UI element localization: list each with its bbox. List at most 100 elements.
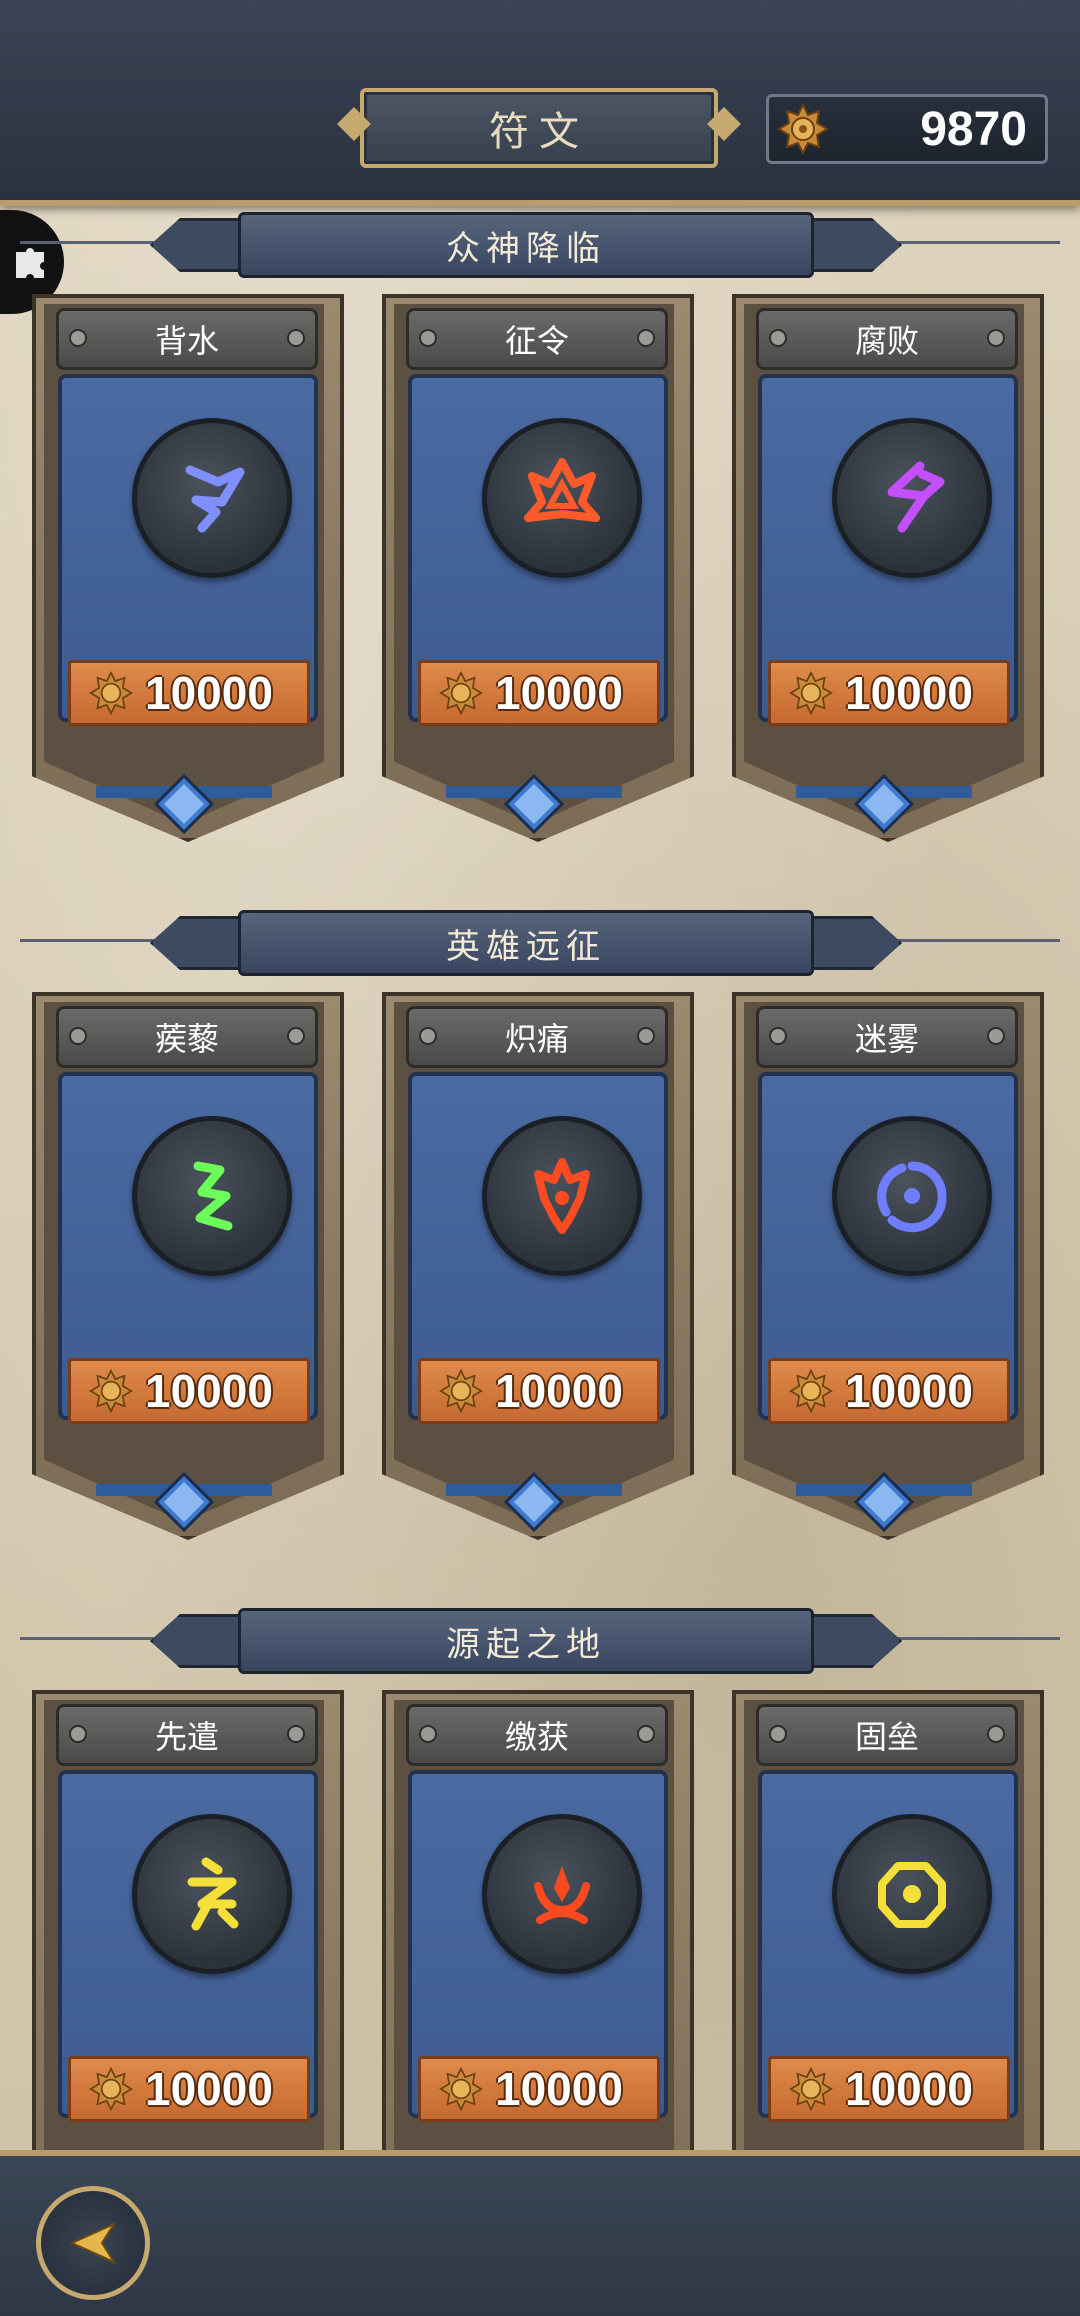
rune-name-plate: 征令 (406, 308, 668, 370)
medallion-icon (439, 671, 483, 715)
rune-name: 固垒 (854, 1719, 919, 1755)
bolt-decoration (987, 1027, 1005, 1045)
price-value: 10000 (495, 2063, 623, 2115)
rune-name: 腐败 (854, 323, 919, 359)
price-button[interactable]: 10000 (768, 1358, 1010, 1424)
bolt-decoration (637, 1725, 655, 1743)
back-button[interactable] (36, 2186, 150, 2300)
price-value: 10000 (145, 1365, 273, 1417)
section-banner-1: 众神降临 (0, 212, 1080, 278)
rune-name-plate: 缴获 (406, 1704, 668, 1766)
currency-value: 9870 (920, 102, 1027, 156)
price-button[interactable]: 10000 (418, 660, 660, 726)
top-bar: 符文 9870 (0, 0, 1080, 206)
banner-plate: 英雄远征 (238, 910, 814, 976)
rune-name: 先遣 (154, 1719, 219, 1755)
section-title: 众神降临 (446, 228, 606, 269)
price-value: 10000 (845, 1365, 973, 1417)
blue-gem-icon (504, 774, 564, 834)
rune-panel: 10000 (758, 1072, 1018, 1424)
medallion-icon (789, 2067, 833, 2111)
rune-name-plate: 先遣 (56, 1704, 318, 1766)
rune-name: 征令 (504, 323, 569, 359)
medallion-icon (89, 671, 133, 715)
rune-panel: 10000 (58, 374, 318, 726)
rune-panel: 10000 (408, 1072, 668, 1424)
price-button[interactable]: 10000 (68, 1358, 310, 1424)
bolt-decoration (287, 1027, 305, 1045)
bolt-decoration (987, 329, 1005, 347)
price-button[interactable]: 10000 (68, 660, 310, 726)
medallion-icon (89, 1369, 133, 1413)
rune-panel: 10000 (408, 1770, 668, 2122)
rune-name-plate: 蒺藜 (56, 1006, 318, 1068)
bolt-decoration (637, 329, 655, 347)
rune-name: 炽痛 (504, 1021, 569, 1057)
rune-card[interactable]: 腐败 10000 (724, 294, 1044, 874)
currency-display[interactable]: 9870 (766, 94, 1048, 164)
medallion-icon (439, 2067, 483, 2111)
title-plate: 符文 (360, 88, 718, 168)
rune-glyph-blue-icon (832, 1116, 992, 1276)
bolt-decoration (287, 1725, 305, 1743)
price-button[interactable]: 10000 (418, 1358, 660, 1424)
bolt-decoration (987, 1725, 1005, 1743)
price-button[interactable]: 10000 (418, 2056, 660, 2122)
blue-gem-icon (504, 1472, 564, 1532)
rune-name: 蒺藜 (154, 1021, 219, 1057)
bolt-decoration (769, 1725, 787, 1743)
rune-glyph-red-icon (482, 418, 642, 578)
rune-name-plate: 固垒 (756, 1704, 1018, 1766)
blue-gem-icon (854, 1472, 914, 1532)
blue-gem-icon (154, 774, 214, 834)
price-value: 10000 (145, 667, 273, 719)
rune-name-plate: 背水 (56, 308, 318, 370)
rune-card[interactable]: 炽痛 10000 (374, 992, 694, 1572)
rune-glyph-green-icon (132, 1116, 292, 1276)
rune-glyph-red-icon (482, 1116, 642, 1276)
bolt-decoration (69, 329, 87, 347)
price-button[interactable]: 10000 (768, 660, 1010, 726)
section-banner-3: 源起之地 (0, 1608, 1080, 1674)
banner-plate: 源起之地 (238, 1608, 814, 1674)
rune-name: 缴获 (504, 1719, 569, 1755)
rune-glyph-yellow-icon (832, 1814, 992, 1974)
rune-panel: 10000 (758, 374, 1018, 726)
bolt-decoration (769, 1027, 787, 1045)
rune-card[interactable]: 迷雾 10000 (724, 992, 1044, 1572)
bottom-bar (0, 2150, 1080, 2316)
rune-name-plate: 迷雾 (756, 1006, 1018, 1068)
bolt-decoration (419, 1725, 437, 1743)
price-button[interactable]: 10000 (68, 2056, 310, 2122)
banner-plate: 众神降临 (238, 212, 814, 278)
blue-gem-icon (854, 774, 914, 834)
bolt-decoration (69, 1725, 87, 1743)
price-value: 10000 (845, 667, 973, 719)
medallion-icon (439, 1369, 483, 1413)
bolt-decoration (69, 1027, 87, 1045)
section-banner-2: 英雄远征 (0, 910, 1080, 976)
bolt-decoration (769, 329, 787, 347)
rune-glyph-purple-icon (832, 418, 992, 578)
blue-gem-icon (154, 1472, 214, 1532)
price-button[interactable]: 10000 (768, 2056, 1010, 2122)
back-arrow-icon (69, 2221, 117, 2265)
bolt-decoration (637, 1027, 655, 1045)
rune-card[interactable]: 背水 10000 (24, 294, 344, 874)
price-value: 10000 (495, 1365, 623, 1417)
medallion-icon (789, 671, 833, 715)
rune-card[interactable]: 征令 10000 (374, 294, 694, 874)
medallion-icon (789, 1369, 833, 1413)
rune-card[interactable]: 蒺藜 10000 (24, 992, 344, 1572)
bolt-decoration (287, 329, 305, 347)
rune-name-plate: 腐败 (756, 308, 1018, 370)
bolt-decoration (419, 329, 437, 347)
rune-panel: 10000 (758, 1770, 1018, 2122)
section-title: 英雄远征 (446, 926, 606, 967)
rune-name-plate: 炽痛 (406, 1006, 668, 1068)
rune-panel: 10000 (58, 1770, 318, 2122)
bolt-decoration (419, 1027, 437, 1045)
rune-name: 背水 (154, 323, 219, 359)
rune-glyph-red-icon (482, 1814, 642, 1974)
price-value: 10000 (145, 2063, 273, 2115)
